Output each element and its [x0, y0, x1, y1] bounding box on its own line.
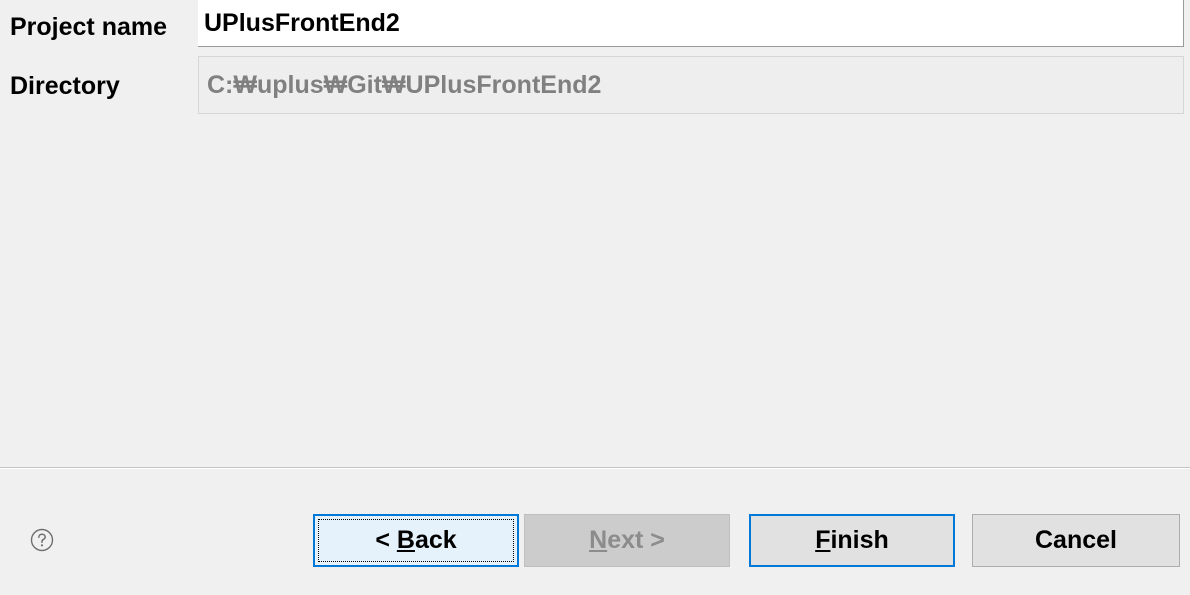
back-button[interactable]: < Back: [313, 514, 519, 567]
cancel-button[interactable]: Cancel: [972, 514, 1180, 567]
project-name-label: Project name: [10, 13, 168, 41]
back-button-prefix: <: [375, 526, 397, 554]
next-button[interactable]: Next >: [524, 514, 730, 567]
help-icon[interactable]: [30, 528, 54, 552]
finish-button-label: inish: [830, 526, 889, 554]
back-button-label: ack: [414, 526, 457, 554]
next-button-mnemonic: N: [589, 526, 608, 554]
back-button-mnemonic: B: [396, 526, 415, 554]
next-button-label: ext >: [607, 526, 665, 554]
directory-field: [198, 56, 1184, 114]
finish-button[interactable]: Finish: [749, 514, 955, 567]
project-name-input[interactable]: [198, 0, 1184, 47]
cancel-button-label: Cancel: [1035, 526, 1117, 554]
directory-label: Directory: [10, 72, 120, 100]
new-project-dialog: Project name Directory < Back Next > Fin…: [0, 0, 1190, 595]
finish-button-mnemonic: F: [815, 526, 831, 554]
footer-separator: [0, 467, 1190, 469]
